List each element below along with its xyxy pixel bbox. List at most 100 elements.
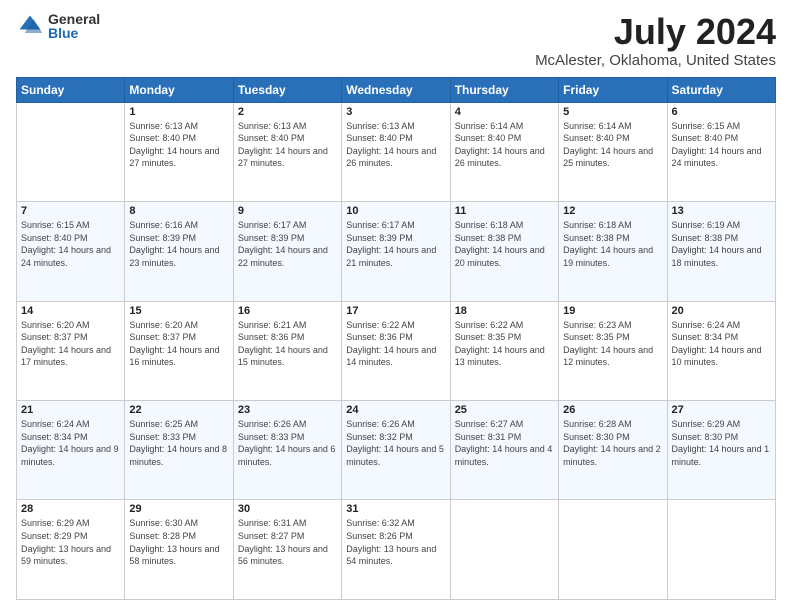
- calendar-day-cell: 14 Sunrise: 6:20 AM Sunset: 8:37 PM Dayl…: [17, 301, 125, 400]
- sunrise-text: Sunrise: 6:24 AM: [672, 320, 741, 330]
- day-info: Sunrise: 6:13 AM Sunset: 8:40 PM Dayligh…: [346, 120, 445, 170]
- calendar-day-cell: 8 Sunrise: 6:16 AM Sunset: 8:39 PM Dayli…: [125, 202, 233, 301]
- daylight-text: Daylight: 14 hours and 26 minutes.: [346, 146, 436, 169]
- daylight-text: Daylight: 14 hours and 24 minutes.: [672, 146, 762, 169]
- day-info: Sunrise: 6:20 AM Sunset: 8:37 PM Dayligh…: [129, 319, 228, 369]
- sunset-text: Sunset: 8:37 PM: [21, 332, 88, 342]
- sunrise-text: Sunrise: 6:14 AM: [455, 121, 524, 131]
- calendar-table: Sunday Monday Tuesday Wednesday Thursday…: [16, 77, 776, 600]
- sunrise-text: Sunrise: 6:26 AM: [238, 419, 307, 429]
- day-number: 30: [238, 503, 337, 515]
- calendar-day-cell: 22 Sunrise: 6:25 AM Sunset: 8:33 PM Dayl…: [125, 401, 233, 500]
- calendar-day-cell: 7 Sunrise: 6:15 AM Sunset: 8:40 PM Dayli…: [17, 202, 125, 301]
- sunrise-text: Sunrise: 6:17 AM: [346, 220, 415, 230]
- day-number: 13: [672, 205, 771, 217]
- day-info: Sunrise: 6:18 AM Sunset: 8:38 PM Dayligh…: [455, 219, 554, 269]
- header: General Blue July 2024 McAlester, Oklaho…: [16, 12, 776, 69]
- calendar-day-cell: 12 Sunrise: 6:18 AM Sunset: 8:38 PM Dayl…: [559, 202, 667, 301]
- day-info: Sunrise: 6:17 AM Sunset: 8:39 PM Dayligh…: [346, 219, 445, 269]
- sunrise-text: Sunrise: 6:13 AM: [129, 121, 198, 131]
- sunset-text: Sunset: 8:39 PM: [129, 233, 196, 243]
- day-info: Sunrise: 6:25 AM Sunset: 8:33 PM Dayligh…: [129, 418, 228, 468]
- sunset-text: Sunset: 8:30 PM: [563, 432, 630, 442]
- calendar-week-row: 21 Sunrise: 6:24 AM Sunset: 8:34 PM Dayl…: [17, 401, 776, 500]
- sunset-text: Sunset: 8:38 PM: [563, 233, 630, 243]
- daylight-text: Daylight: 14 hours and 8 minutes.: [129, 444, 227, 467]
- day-info: Sunrise: 6:24 AM Sunset: 8:34 PM Dayligh…: [672, 319, 771, 369]
- sunrise-text: Sunrise: 6:29 AM: [21, 518, 90, 528]
- day-info: Sunrise: 6:15 AM Sunset: 8:40 PM Dayligh…: [672, 120, 771, 170]
- sunrise-text: Sunrise: 6:13 AM: [238, 121, 307, 131]
- daylight-text: Daylight: 14 hours and 6 minutes.: [238, 444, 336, 467]
- sunrise-text: Sunrise: 6:13 AM: [346, 121, 415, 131]
- sunset-text: Sunset: 8:40 PM: [672, 133, 739, 143]
- sunset-text: Sunset: 8:26 PM: [346, 531, 413, 541]
- logo-general-text: General: [48, 12, 100, 26]
- sunset-text: Sunset: 8:34 PM: [672, 332, 739, 342]
- sunrise-text: Sunrise: 6:28 AM: [563, 419, 632, 429]
- daylight-text: Daylight: 14 hours and 27 minutes.: [238, 146, 328, 169]
- sunset-text: Sunset: 8:39 PM: [346, 233, 413, 243]
- sunrise-text: Sunrise: 6:18 AM: [455, 220, 524, 230]
- day-info: Sunrise: 6:14 AM Sunset: 8:40 PM Dayligh…: [563, 120, 662, 170]
- sunset-text: Sunset: 8:38 PM: [672, 233, 739, 243]
- col-tuesday: Tuesday: [233, 77, 341, 102]
- daylight-text: Daylight: 13 hours and 56 minutes.: [238, 544, 328, 567]
- day-number: 21: [21, 404, 120, 416]
- sunrise-text: Sunrise: 6:25 AM: [129, 419, 198, 429]
- sunset-text: Sunset: 8:40 PM: [129, 133, 196, 143]
- daylight-text: Daylight: 14 hours and 9 minutes.: [21, 444, 119, 467]
- day-number: 6: [672, 106, 771, 118]
- daylight-text: Daylight: 14 hours and 19 minutes.: [563, 245, 653, 268]
- calendar-day-cell: 27 Sunrise: 6:29 AM Sunset: 8:30 PM Dayl…: [667, 401, 775, 500]
- calendar-subtitle: McAlester, Oklahoma, United States: [535, 52, 776, 69]
- sunrise-text: Sunrise: 6:18 AM: [563, 220, 632, 230]
- sunset-text: Sunset: 8:29 PM: [21, 531, 88, 541]
- day-number: 22: [129, 404, 228, 416]
- calendar-title: July 2024: [535, 12, 776, 52]
- sunset-text: Sunset: 8:38 PM: [455, 233, 522, 243]
- daylight-text: Daylight: 14 hours and 21 minutes.: [346, 245, 436, 268]
- sunrise-text: Sunrise: 6:31 AM: [238, 518, 307, 528]
- day-info: Sunrise: 6:29 AM Sunset: 8:29 PM Dayligh…: [21, 517, 120, 567]
- calendar-day-cell: 2 Sunrise: 6:13 AM Sunset: 8:40 PM Dayli…: [233, 102, 341, 201]
- day-info: Sunrise: 6:22 AM Sunset: 8:36 PM Dayligh…: [346, 319, 445, 369]
- calendar-day-cell: 3 Sunrise: 6:13 AM Sunset: 8:40 PM Dayli…: [342, 102, 450, 201]
- day-number: 25: [455, 404, 554, 416]
- sunset-text: Sunset: 8:32 PM: [346, 432, 413, 442]
- sunrise-text: Sunrise: 6:22 AM: [455, 320, 524, 330]
- calendar-day-cell: 13 Sunrise: 6:19 AM Sunset: 8:38 PM Dayl…: [667, 202, 775, 301]
- sunrise-text: Sunrise: 6:32 AM: [346, 518, 415, 528]
- day-info: Sunrise: 6:17 AM Sunset: 8:39 PM Dayligh…: [238, 219, 337, 269]
- daylight-text: Daylight: 14 hours and 27 minutes.: [129, 146, 219, 169]
- day-number: 12: [563, 205, 662, 217]
- day-number: 28: [21, 503, 120, 515]
- calendar-day-cell: 17 Sunrise: 6:22 AM Sunset: 8:36 PM Dayl…: [342, 301, 450, 400]
- day-number: 3: [346, 106, 445, 118]
- day-info: Sunrise: 6:22 AM Sunset: 8:35 PM Dayligh…: [455, 319, 554, 369]
- daylight-text: Daylight: 14 hours and 4 minutes.: [455, 444, 553, 467]
- day-number: 16: [238, 305, 337, 317]
- daylight-text: Daylight: 14 hours and 26 minutes.: [455, 146, 545, 169]
- day-number: 14: [21, 305, 120, 317]
- daylight-text: Daylight: 14 hours and 17 minutes.: [21, 345, 111, 368]
- calendar-day-cell: 29 Sunrise: 6:30 AM Sunset: 8:28 PM Dayl…: [125, 500, 233, 600]
- title-block: July 2024 McAlester, Oklahoma, United St…: [535, 12, 776, 69]
- col-sunday: Sunday: [17, 77, 125, 102]
- day-number: 10: [346, 205, 445, 217]
- logo: General Blue: [16, 12, 100, 40]
- daylight-text: Daylight: 14 hours and 1 minute.: [672, 444, 770, 467]
- daylight-text: Daylight: 14 hours and 2 minutes.: [563, 444, 661, 467]
- calendar-day-cell: 26 Sunrise: 6:28 AM Sunset: 8:30 PM Dayl…: [559, 401, 667, 500]
- sunset-text: Sunset: 8:28 PM: [129, 531, 196, 541]
- day-info: Sunrise: 6:26 AM Sunset: 8:33 PM Dayligh…: [238, 418, 337, 468]
- sunrise-text: Sunrise: 6:15 AM: [21, 220, 90, 230]
- sunset-text: Sunset: 8:30 PM: [672, 432, 739, 442]
- day-number: 26: [563, 404, 662, 416]
- day-number: 5: [563, 106, 662, 118]
- calendar-day-cell: 9 Sunrise: 6:17 AM Sunset: 8:39 PM Dayli…: [233, 202, 341, 301]
- calendar-week-row: 28 Sunrise: 6:29 AM Sunset: 8:29 PM Dayl…: [17, 500, 776, 600]
- daylight-text: Daylight: 13 hours and 58 minutes.: [129, 544, 219, 567]
- day-number: 23: [238, 404, 337, 416]
- calendar-day-cell: 25 Sunrise: 6:27 AM Sunset: 8:31 PM Dayl…: [450, 401, 558, 500]
